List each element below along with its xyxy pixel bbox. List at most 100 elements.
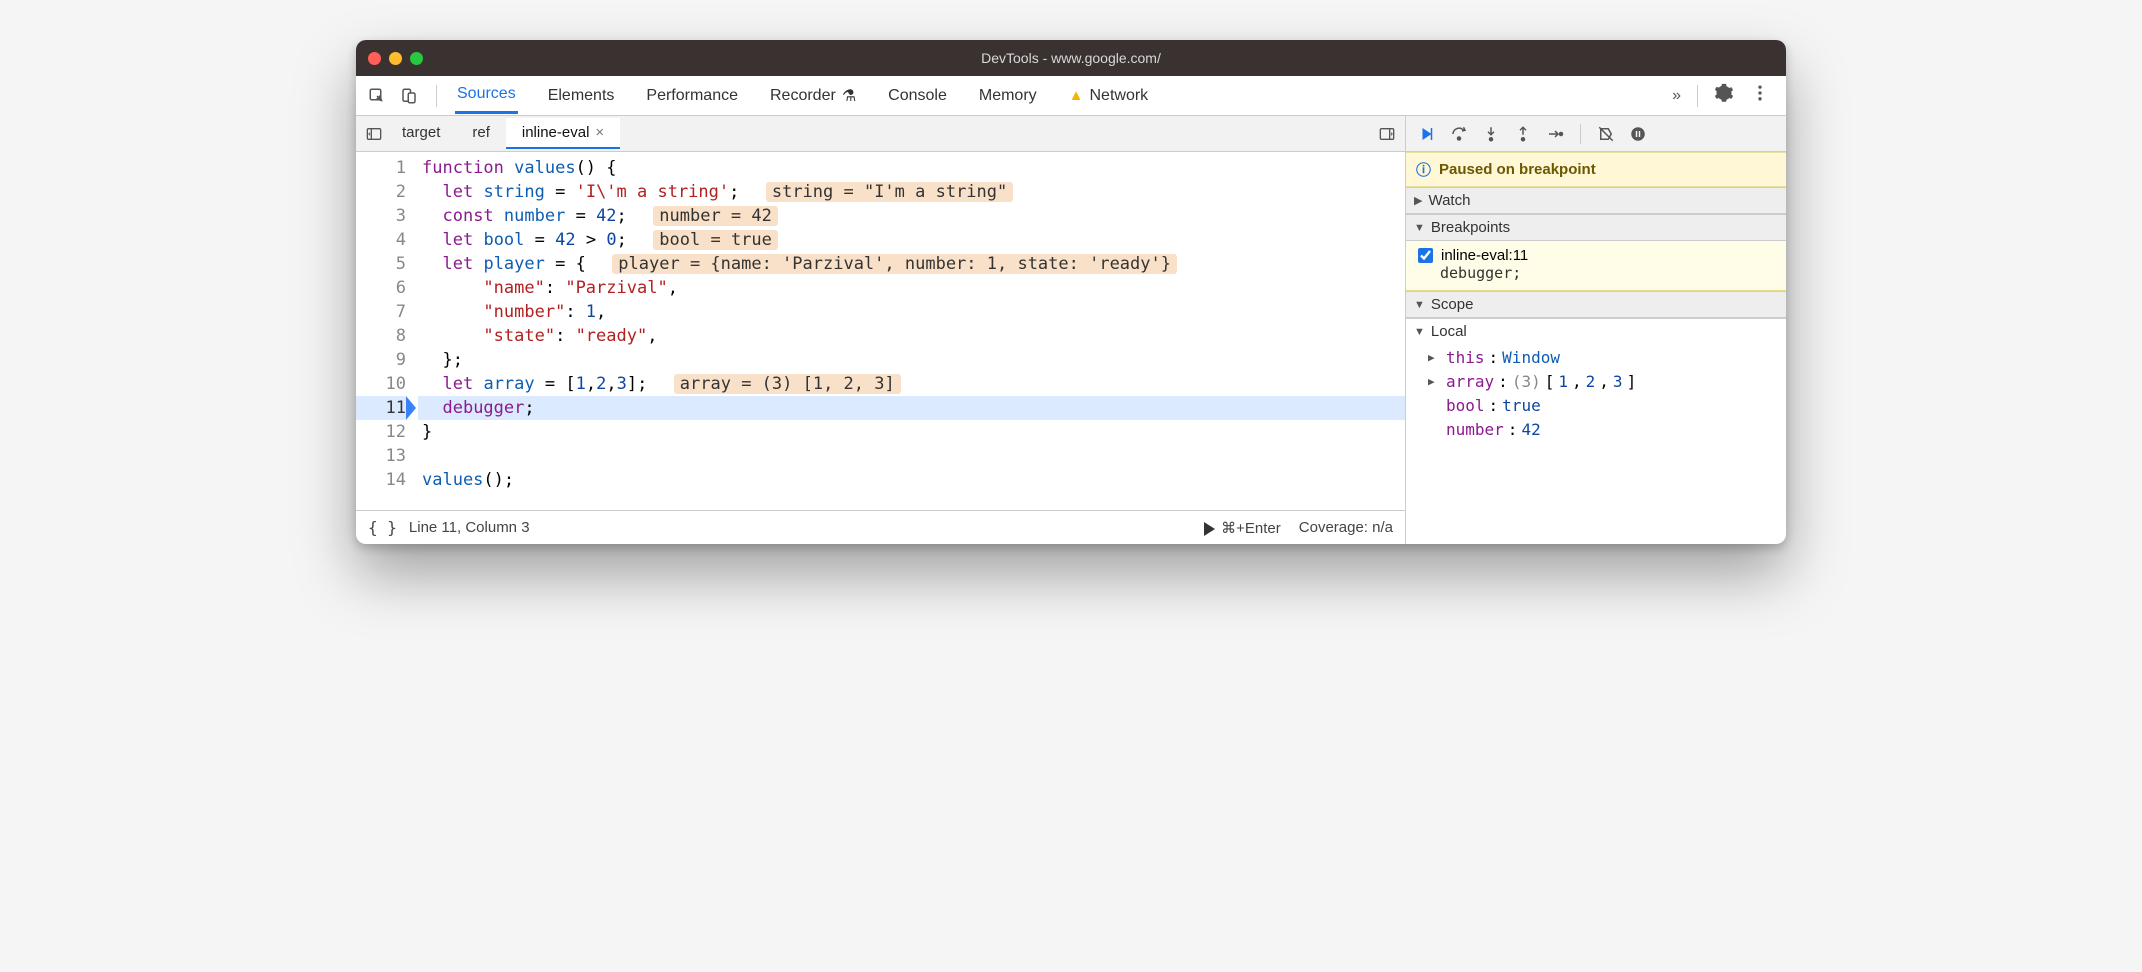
more-options-icon[interactable] [1742, 79, 1778, 112]
file-tab-ref[interactable]: ref [456, 118, 506, 149]
file-tab-inline-eval[interactable]: inline-eval× [506, 118, 620, 149]
tab-console[interactable]: Console [886, 77, 949, 114]
file-tab-bar: targetrefinline-eval× [356, 116, 1405, 152]
tab-network[interactable]: ▲ Network [1067, 77, 1151, 114]
line-number[interactable]: 14 [356, 468, 406, 492]
scope-variable[interactable]: number: 42 [1414, 418, 1780, 442]
inspect-element-icon[interactable] [364, 83, 390, 109]
flask-icon: ⚗ [842, 86, 856, 106]
pause-message: Paused on breakpoint [1439, 161, 1596, 178]
pause-banner: ⓘ Paused on breakpoint [1406, 152, 1786, 187]
line-number[interactable]: 4 [356, 228, 406, 252]
line-number[interactable]: 10 [356, 372, 406, 396]
close-window-button[interactable] [368, 52, 381, 65]
breakpoint-label: inline-eval:11 [1441, 247, 1528, 264]
line-number[interactable]: 7 [356, 300, 406, 324]
window-controls [368, 52, 423, 65]
divider [436, 85, 437, 107]
step-button[interactable] [1546, 125, 1564, 143]
main-toolbar: Sources Elements Performance Recorder ⚗ Cons… [356, 76, 1786, 116]
panel-tabs: Sources Elements Performance Recorder ⚗ Cons… [455, 77, 1664, 114]
scope-section-header[interactable]: ▼Scope [1406, 291, 1786, 318]
debugger-sidebar: ⓘ Paused on breakpoint ▶Watch ▼Breakpoin… [1406, 116, 1786, 544]
watch-section-header[interactable]: ▶Watch [1406, 187, 1786, 214]
step-over-button[interactable] [1450, 125, 1468, 143]
step-into-button[interactable] [1482, 125, 1500, 143]
inline-value-hint: string = "I'm a string" [766, 182, 1013, 202]
warning-icon: ▲ [1069, 87, 1084, 104]
pause-on-exceptions-button[interactable] [1629, 125, 1647, 143]
code-line[interactable]: let player = { player = {name: 'Parzival… [418, 252, 1405, 276]
info-icon: ⓘ [1416, 159, 1431, 180]
breakpoint-checkbox[interactable] [1418, 248, 1433, 263]
line-number[interactable]: 9 [356, 348, 406, 372]
tab-recorder[interactable]: Recorder ⚗ [768, 77, 858, 114]
breakpoint-code: debugger; [1418, 264, 1776, 282]
panel-body: targetrefinline-eval× 123456789101112131… [356, 116, 1786, 544]
debugger-toggle-icon[interactable] [1375, 126, 1399, 142]
local-scope-header[interactable]: ▼Local [1406, 318, 1786, 344]
code-line[interactable]: let bool = 42 > 0; bool = true [418, 228, 1405, 252]
maximize-window-button[interactable] [410, 52, 423, 65]
inline-value-hint: bool = true [653, 230, 778, 250]
tab-memory[interactable]: Memory [977, 77, 1039, 114]
code-line[interactable]: values(); [418, 468, 1405, 492]
minimize-window-button[interactable] [389, 52, 402, 65]
line-number[interactable]: 3 [356, 204, 406, 228]
close-tab-icon[interactable]: × [595, 124, 604, 141]
line-number[interactable]: 13 [356, 444, 406, 468]
navigator-toggle-icon[interactable] [362, 126, 386, 142]
step-out-button[interactable] [1514, 125, 1532, 143]
line-number[interactable]: 1 [356, 156, 406, 180]
debug-controls [1406, 116, 1786, 152]
scope-variable[interactable]: bool: true [1414, 394, 1780, 418]
deactivate-breakpoints-button[interactable] [1597, 125, 1615, 143]
devtools-window: DevTools - www.google.com/ Sources Elemen… [356, 40, 1786, 544]
breakpoint-item[interactable]: inline-eval:11 debugger; [1406, 241, 1786, 291]
scope-variables: ▶this: Window▶array: (3) [1, 2, 3]bool: … [1406, 344, 1786, 448]
line-number[interactable]: 5 [356, 252, 406, 276]
inline-value-hint: array = (3) [1, 2, 3] [674, 374, 901, 394]
editor-statusbar: { } Line 11, Column 3 ⌘+Enter Coverage: … [356, 510, 1405, 544]
settings-icon[interactable] [1706, 79, 1742, 112]
scope-variable[interactable]: ▶this: Window [1414, 346, 1780, 370]
code-line[interactable]: debugger; [418, 396, 1405, 420]
inline-value-hint: number = 42 [653, 206, 778, 226]
window-title: DevTools - www.google.com/ [356, 50, 1786, 66]
line-number[interactable]: 6 [356, 276, 406, 300]
coverage-status: Coverage: n/a [1299, 519, 1393, 536]
code-line[interactable]: function values() { [418, 156, 1405, 180]
code-line[interactable]: "number": 1, [418, 300, 1405, 324]
code-content[interactable]: function values() { let string = 'I\'m a… [418, 152, 1405, 510]
breakpoints-section-header[interactable]: ▼Breakpoints [1406, 214, 1786, 241]
resume-button[interactable] [1418, 125, 1436, 143]
code-line[interactable]: const number = 42; number = 42 [418, 204, 1405, 228]
code-line[interactable] [418, 444, 1405, 468]
line-gutter[interactable]: 1234567891011121314 [356, 152, 418, 510]
code-line[interactable]: "name": "Parzival", [418, 276, 1405, 300]
tabs-overflow-button[interactable]: » [1672, 87, 1681, 105]
cursor-position: Line 11, Column 3 [409, 519, 530, 536]
titlebar: DevTools - www.google.com/ [356, 40, 1786, 76]
code-line[interactable]: } [418, 420, 1405, 444]
line-number[interactable]: 2 [356, 180, 406, 204]
line-number[interactable]: 11 [356, 396, 406, 420]
device-toggle-icon[interactable] [396, 83, 422, 109]
code-line[interactable]: "state": "ready", [418, 324, 1405, 348]
scope-variable[interactable]: ▶array: (3) [1, 2, 3] [1414, 370, 1780, 394]
code-line[interactable]: }; [418, 348, 1405, 372]
run-snippet-button[interactable]: ⌘+Enter [1204, 519, 1281, 537]
file-tab-target[interactable]: target [386, 118, 456, 149]
line-number[interactable]: 12 [356, 420, 406, 444]
line-number[interactable]: 8 [356, 324, 406, 348]
tab-performance[interactable]: Performance [644, 77, 740, 114]
divider [1697, 85, 1698, 107]
inline-value-hint: player = {name: 'Parzival', number: 1, s… [612, 254, 1177, 274]
sources-panel: targetrefinline-eval× 123456789101112131… [356, 116, 1406, 544]
code-editor[interactable]: 1234567891011121314 function values() { … [356, 152, 1405, 510]
code-line[interactable]: let array = [1,2,3]; array = (3) [1, 2, … [418, 372, 1405, 396]
format-icon[interactable]: { } [368, 518, 397, 537]
tab-sources[interactable]: Sources [455, 77, 518, 114]
tab-elements[interactable]: Elements [546, 77, 617, 114]
code-line[interactable]: let string = 'I\'m a string'; string = "… [418, 180, 1405, 204]
